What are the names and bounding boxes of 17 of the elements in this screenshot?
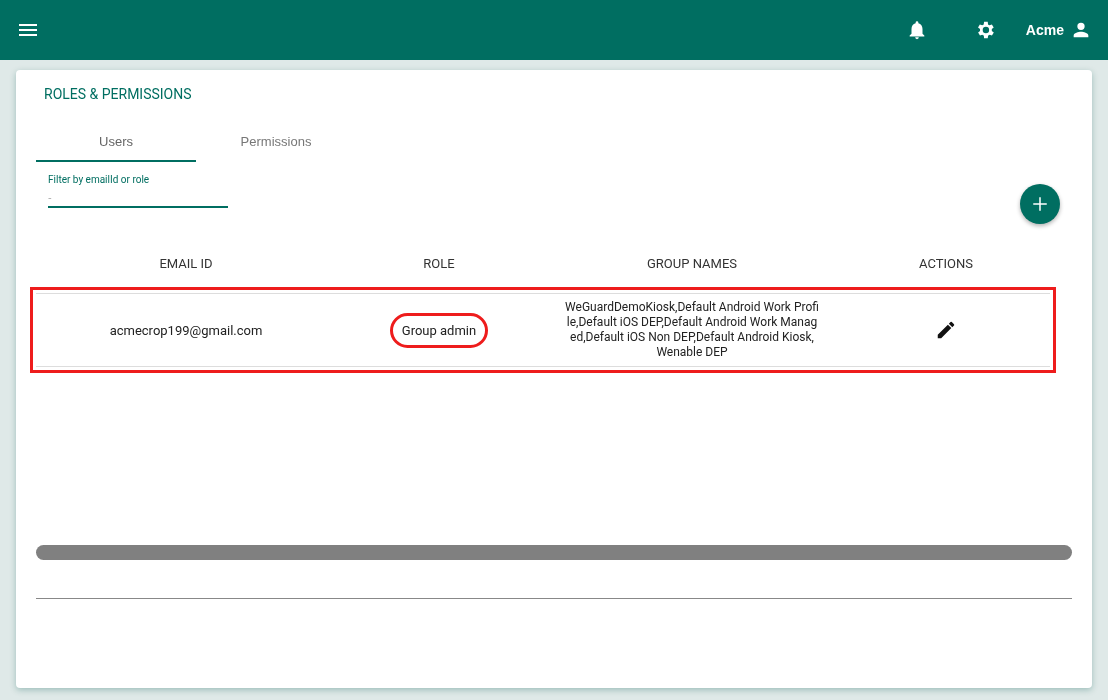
column-header: GROUP NAMES — [646, 255, 738, 273]
filter-field[interactable]: - — [48, 185, 228, 208]
page-title: ROLES & PERMISSIONS — [44, 86, 193, 102]
role-cell: Group admin — [389, 312, 489, 348]
column-header: EMAIL ID — [158, 255, 214, 273]
user-menu[interactable]: Acme — [1025, 19, 1092, 41]
edit-icon[interactable] — [935, 319, 957, 341]
tab[interactable]: Users — [36, 122, 196, 162]
tab[interactable]: Permissions — [196, 122, 356, 162]
column-header: ROLE — [422, 255, 456, 273]
add-button[interactable] — [1020, 184, 1060, 224]
email-cell: acmecrop199@gmail.com — [109, 322, 263, 338]
filter-label: Filter by emailId or role — [48, 174, 150, 185]
plus-icon — [1031, 195, 1049, 213]
group-names-cell: WeGuardDemoKiosk,Default Android Work Profile,Default iOS DEP,Default Android Work Managed,Default iOS Non DEP,Default Android Kiosk,Wenable DEP — [565, 300, 819, 360]
column-header: ACTIONS — [918, 255, 974, 273]
scrollbar[interactable] — [36, 545, 1072, 560]
